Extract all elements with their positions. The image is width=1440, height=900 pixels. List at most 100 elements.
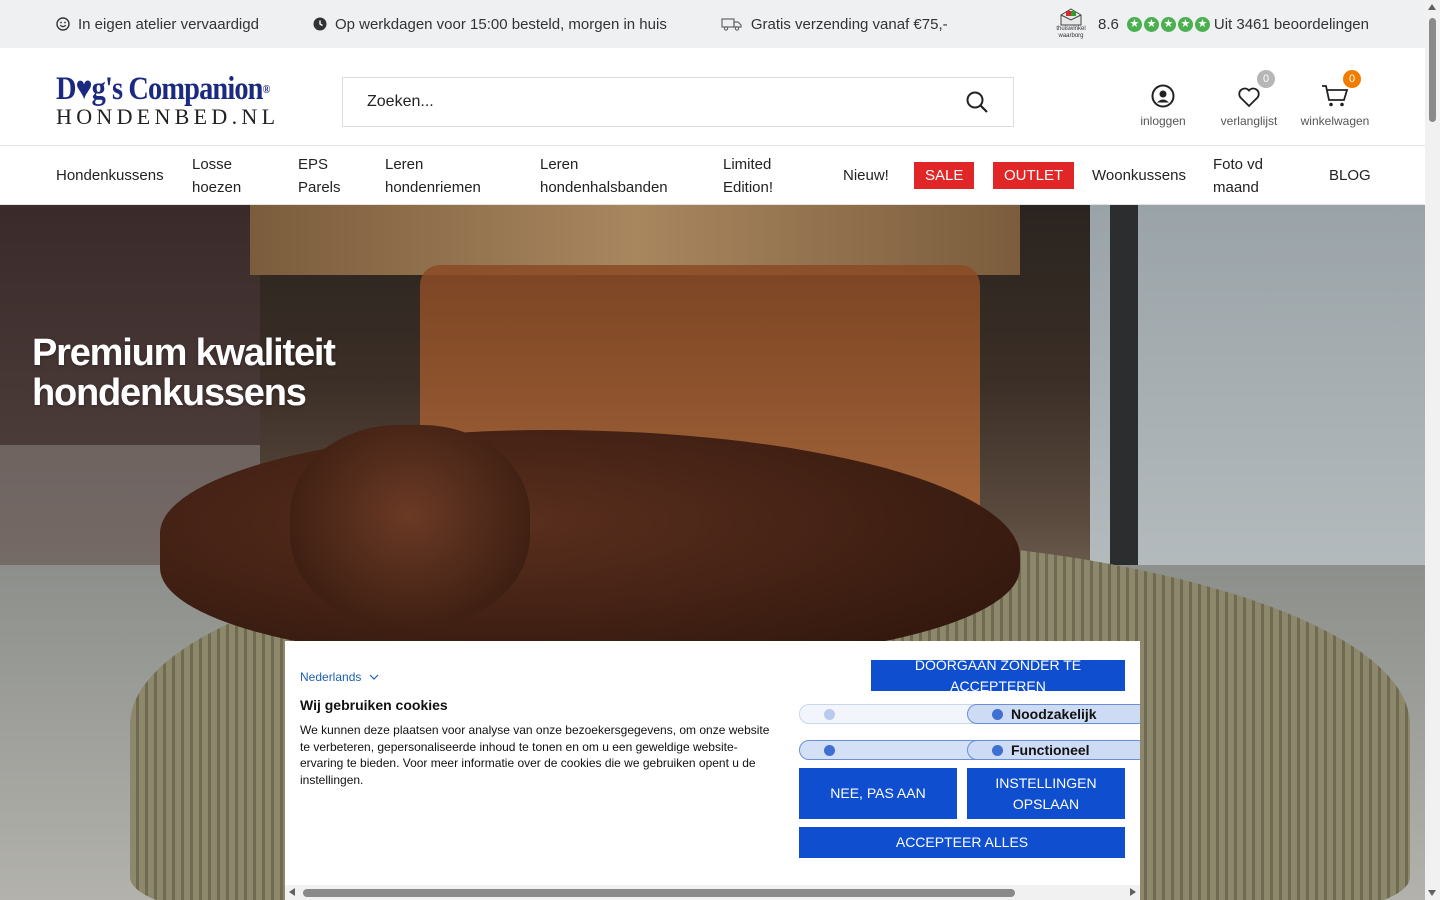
user-icon bbox=[1151, 84, 1175, 108]
hero-title: Premium kwaliteit hondenkussens bbox=[32, 332, 336, 414]
nav-item-leren-hondenhalsbanden[interactable]: Leren hondenhalsbanden bbox=[540, 146, 700, 205]
usp-item-delivery: Op werkdagen voor 15:00 besteld, morgen … bbox=[313, 16, 667, 33]
hero-title-line2: hondenkussens bbox=[32, 372, 307, 414]
nav-item-leren-hondenriemen[interactable]: Leren hondenriemen bbox=[385, 146, 510, 205]
nav-item-blog[interactable]: BLOG bbox=[1329, 146, 1371, 205]
hero-bg-frame bbox=[1110, 205, 1138, 625]
site-logo[interactable]: D♥g's Companion® HONDENBED.NL bbox=[56, 72, 308, 128]
scrollbar-thumb[interactable] bbox=[1429, 18, 1436, 122]
house-icon bbox=[1060, 8, 1082, 26]
hero-title-line1: Premium kwaliteit bbox=[32, 332, 336, 374]
nav-label: Nieuw! bbox=[843, 167, 889, 184]
toggle-functional[interactable]: Functioneel bbox=[799, 740, 1140, 760]
search-bar bbox=[342, 77, 1014, 127]
wishlist-count: 0 bbox=[1257, 70, 1275, 88]
header-actions: inloggen 0 verlanglijst 0 winkelwagen bbox=[1129, 70, 1369, 128]
logo-line1: D♥g's Companion® bbox=[56, 72, 273, 106]
star-icon: ★ bbox=[1160, 16, 1176, 32]
cart-button[interactable]: 0 winkelwagen bbox=[1301, 70, 1369, 128]
nav-item-eps-parels[interactable]: EPS Parels bbox=[298, 146, 353, 205]
reject-customize-button[interactable]: NEE, PAS AAN bbox=[799, 768, 957, 819]
scroll-right-icon[interactable] bbox=[1130, 888, 1136, 896]
heart-icon bbox=[1238, 87, 1260, 108]
nav-label: Losse hoezen bbox=[192, 155, 242, 196]
continue-without-accepting-button[interactable]: DOORGAAN ZONDER TE ACCEPTEREN bbox=[871, 657, 1125, 694]
rating-widget[interactable]: thuiswinkel waarborg 8.6 ★ ★ ★ ★ ★ Uit 3… bbox=[1052, 5, 1369, 43]
truck-icon bbox=[721, 18, 742, 31]
rating-stars: ★ ★ ★ ★ ★ bbox=[1126, 16, 1210, 32]
logo-brand: D♥g's Companion bbox=[56, 71, 263, 107]
scrollbar-thumb[interactable] bbox=[303, 889, 1015, 897]
toggle-label: Functioneel bbox=[1011, 742, 1090, 758]
accept-all-button[interactable]: ACCEPTEER ALLES bbox=[799, 827, 1125, 858]
toggle-dot bbox=[992, 745, 1003, 756]
main-nav: Hondenkussens Losse hoezen EPS Parels Le… bbox=[0, 146, 1425, 205]
nav-item-nieuw[interactable]: Nieuw! bbox=[843, 146, 889, 205]
cookie-text: We kunnen deze plaatsen voor analyse van… bbox=[300, 723, 770, 787]
toggle-label-box: Noodzakelijk bbox=[967, 704, 1140, 724]
toggle-label-box: Functioneel bbox=[967, 740, 1140, 760]
usp-text: In eigen atelier vervaardigd bbox=[78, 15, 259, 33]
language-label: Nederlands bbox=[300, 670, 362, 684]
toggle-dot bbox=[992, 709, 1003, 720]
language-select[interactable]: Nederlands bbox=[300, 670, 379, 684]
smiley-icon bbox=[56, 17, 70, 31]
toggle-necessary[interactable]: Noodzakelijk bbox=[799, 704, 1140, 724]
site-header: D♥g's Companion® HONDENBED.NL inloggen 0… bbox=[0, 48, 1425, 146]
nav-item-foto-vd-maand[interactable]: Foto vd maand bbox=[1213, 146, 1288, 205]
nav-label: Hondenkussens bbox=[56, 167, 164, 184]
save-settings-button[interactable]: INSTELLINGEN OPSLAAN bbox=[967, 768, 1125, 819]
scroll-left-icon[interactable] bbox=[289, 888, 295, 896]
cookie-dialog: Nederlands Wij gebruiken cookies We kunn… bbox=[285, 641, 1140, 900]
nav-item-woonkussens[interactable]: Woonkussens bbox=[1092, 146, 1186, 205]
nav-label: Limited Edition! bbox=[723, 155, 774, 196]
account-label: inloggen bbox=[1140, 114, 1186, 128]
nav-label: OUTLET bbox=[993, 162, 1075, 189]
cart-count: 0 bbox=[1343, 70, 1361, 88]
star-icon: ★ bbox=[1143, 16, 1159, 32]
usp-item-shipping: Gratis verzending vanaf €75,- bbox=[721, 16, 948, 33]
toggle-dot bbox=[824, 745, 835, 756]
hero-dog-head bbox=[290, 425, 530, 625]
hero-bg-window bbox=[1090, 205, 1425, 625]
chevron-down-icon bbox=[369, 674, 379, 680]
nav-label: Leren hondenriemen bbox=[385, 155, 481, 196]
thuiswinkel-logo: thuiswinkel waarborg bbox=[1052, 5, 1090, 43]
page-scrollbar[interactable] bbox=[1425, 0, 1440, 900]
wishlist-label: verlanglijst bbox=[1220, 114, 1278, 128]
nav-label: Woonkussens bbox=[1092, 167, 1186, 184]
scroll-up-icon[interactable] bbox=[1428, 4, 1436, 10]
search-icon[interactable] bbox=[965, 90, 989, 114]
usp-bar: In eigen atelier vervaardigd Op werkdage… bbox=[0, 0, 1425, 48]
logo-registered: ® bbox=[262, 82, 271, 96]
usp-text: Op werkdagen voor 15:00 besteld, morgen … bbox=[334, 15, 667, 33]
rating-reviews: Uit 3461 beoordelingen bbox=[1213, 15, 1369, 33]
badge-line2: waarborg bbox=[1058, 33, 1084, 39]
nav-item-losse-hoezen[interactable]: Losse hoezen bbox=[192, 146, 267, 205]
star-icon: ★ bbox=[1194, 16, 1210, 32]
usp-text: Gratis verzending vanaf €75,- bbox=[750, 15, 948, 33]
nav-label: SALE bbox=[914, 162, 975, 189]
nav-label: Leren hondenhalsbanden bbox=[540, 155, 668, 196]
toggle-label: Noodzakelijk bbox=[1011, 706, 1097, 722]
nav-label: BLOG bbox=[1329, 167, 1371, 184]
star-icon: ★ bbox=[1126, 16, 1142, 32]
badge-line1: thuiswinkel bbox=[1056, 26, 1086, 32]
wishlist-button[interactable]: 0 verlanglijst bbox=[1215, 70, 1283, 128]
cookie-title: Wij gebruiken cookies bbox=[300, 697, 448, 713]
account-button[interactable]: inloggen bbox=[1129, 74, 1197, 128]
star-icon: ★ bbox=[1177, 16, 1193, 32]
nav-item-outlet[interactable]: OUTLET bbox=[993, 146, 1075, 205]
nav-item-hondenkussens[interactable]: Hondenkussens bbox=[56, 146, 164, 205]
logo-line2: HONDENBED.NL bbox=[56, 104, 280, 129]
nav-label: Foto vd maand bbox=[1213, 155, 1264, 196]
nav-item-limited-edition[interactable]: Limited Edition! bbox=[723, 146, 803, 205]
nav-item-sale[interactable]: SALE bbox=[914, 146, 975, 205]
clock-icon bbox=[313, 17, 327, 31]
dialog-scrollbar[interactable] bbox=[285, 885, 1140, 900]
rating-score: 8.6 bbox=[1098, 15, 1119, 33]
toggle-dot bbox=[824, 709, 835, 720]
search-input[interactable] bbox=[367, 93, 965, 111]
scroll-down-icon[interactable] bbox=[1428, 890, 1436, 896]
usp-item-atelier: In eigen atelier vervaardigd bbox=[56, 16, 259, 33]
